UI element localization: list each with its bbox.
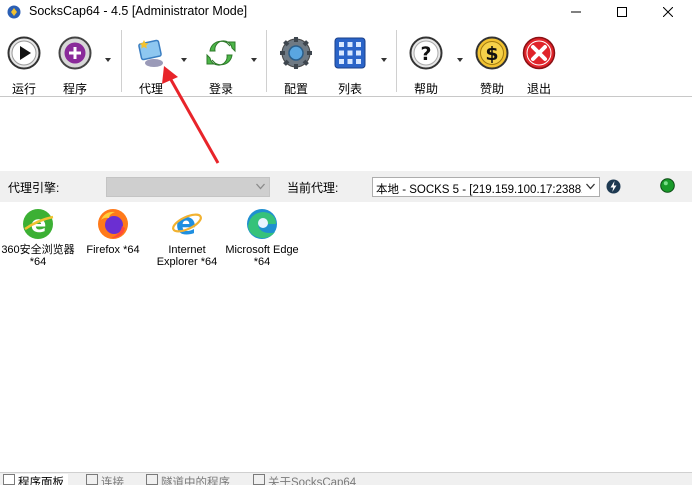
add-program-icon xyxy=(58,36,92,70)
minimize-icon xyxy=(571,11,581,13)
title-bar: SocksCap64 - 4.5 [Administrator Mode] xyxy=(0,0,692,24)
proxy-engine-select[interactable] xyxy=(106,177,270,197)
tunneled-programs-icon xyxy=(146,474,158,485)
donate-button[interactable]: $ 赞助 xyxy=(470,30,514,96)
tab-about[interactable]: 关于SocksCap64 xyxy=(253,474,356,485)
connections-icon xyxy=(86,474,98,485)
chevron-down-icon xyxy=(256,183,265,190)
dollar-icon: $ xyxy=(475,36,509,70)
microsoft-edge-icon xyxy=(247,209,277,239)
run-label: 运行 xyxy=(11,82,36,96)
internet-explorer-icon: e xyxy=(172,208,202,240)
app-label: 360安全浏览器 *64 xyxy=(1,244,75,268)
current-proxy-label: 当前代理: xyxy=(287,181,339,195)
proxy-button[interactable]: 代理 xyxy=(130,30,172,96)
list-button[interactable]: 列表 xyxy=(328,30,372,96)
tab-connections[interactable]: 连接 xyxy=(86,474,124,485)
program-button[interactable]: 程序 xyxy=(54,30,96,96)
svg-text:e: e xyxy=(176,208,196,240)
app-label: Firefox *64 xyxy=(86,244,140,256)
empty-panel xyxy=(0,97,692,171)
proxy-bar: 代理引擎: 当前代理: 本地 - SOCKS 5 - [219.159.100.… xyxy=(0,171,692,202)
proxy-dropdown-icon[interactable] xyxy=(181,58,187,62)
toolbar-separator xyxy=(266,30,267,92)
settings-button[interactable]: 配置 xyxy=(275,30,317,96)
tab-program-panel[interactable]: 程序面板 xyxy=(3,474,68,485)
help-button[interactable]: ? 帮助 xyxy=(404,30,448,96)
tab-tunneled-programs[interactable]: 隧道中的程序 xyxy=(146,474,230,485)
chevron-down-icon xyxy=(586,183,595,190)
svg-text:?: ? xyxy=(420,43,431,65)
maximize-icon xyxy=(617,7,627,17)
app-label: Microsoft Edge *64 xyxy=(225,244,299,268)
list-dropdown-icon[interactable] xyxy=(381,58,387,62)
settings-label: 配置 xyxy=(283,82,308,96)
about-icon xyxy=(253,474,265,485)
current-proxy-value: 本地 - SOCKS 5 - [219.159.100.17:23882] xyxy=(376,184,591,196)
login-label: 登录 xyxy=(208,82,233,96)
exit-icon xyxy=(522,36,556,70)
app-icon xyxy=(7,5,21,19)
close-icon xyxy=(663,7,673,17)
app-label: Internet Explorer *64 xyxy=(156,244,218,268)
list-label: 列表 xyxy=(337,82,362,96)
firefox-icon xyxy=(98,209,128,239)
program-label: 程序 xyxy=(62,82,87,96)
proxy-label: 代理 xyxy=(138,82,163,96)
gear-icon xyxy=(280,37,312,69)
toolbar-separator xyxy=(396,30,397,92)
program-list: e 360安全浏览器 *64 Firefox *64 e Internet Ex… xyxy=(0,202,692,472)
run-button[interactable]: 运行 xyxy=(4,30,44,96)
proxy-engine-label: 代理引擎: xyxy=(8,181,60,195)
refresh-icon xyxy=(206,40,236,66)
help-dropdown-icon[interactable] xyxy=(457,58,463,62)
login-dropdown-icon[interactable] xyxy=(251,58,257,62)
test-proxy-icon[interactable] xyxy=(606,179,621,194)
help-icon: ? xyxy=(409,36,443,70)
current-proxy-select[interactable]: 本地 - SOCKS 5 - [219.159.100.17:23882] xyxy=(372,177,600,197)
status-indicator-icon xyxy=(660,178,675,193)
minimize-button[interactable] xyxy=(554,0,600,24)
play-icon xyxy=(7,36,41,70)
donate-label: 赞助 xyxy=(479,82,504,96)
toolbar-separator xyxy=(121,30,122,92)
svg-text:$: $ xyxy=(485,43,498,65)
close-button[interactable] xyxy=(646,0,692,24)
proxy-icon xyxy=(138,39,163,67)
bottom-tab-bar: 程序面板 连接 隧道中的程序 关于SocksCap64 xyxy=(0,472,692,485)
help-label: 帮助 xyxy=(413,82,438,96)
window-title: SocksCap64 - 4.5 [Administrator Mode] xyxy=(29,4,248,18)
program-dropdown-icon[interactable] xyxy=(105,58,111,62)
toolbar: 运行 程序 代理 登录 配置 列表 ? 帮助 $ 赞助 退出 xyxy=(0,26,692,97)
grid-list-icon xyxy=(334,37,366,69)
exit-button[interactable]: 退出 xyxy=(518,30,560,96)
maximize-button[interactable] xyxy=(600,0,646,24)
360-browser-icon: e xyxy=(23,209,54,239)
exit-label: 退出 xyxy=(526,82,551,96)
program-panel-icon xyxy=(3,474,15,485)
login-button[interactable]: 登录 xyxy=(200,30,242,96)
